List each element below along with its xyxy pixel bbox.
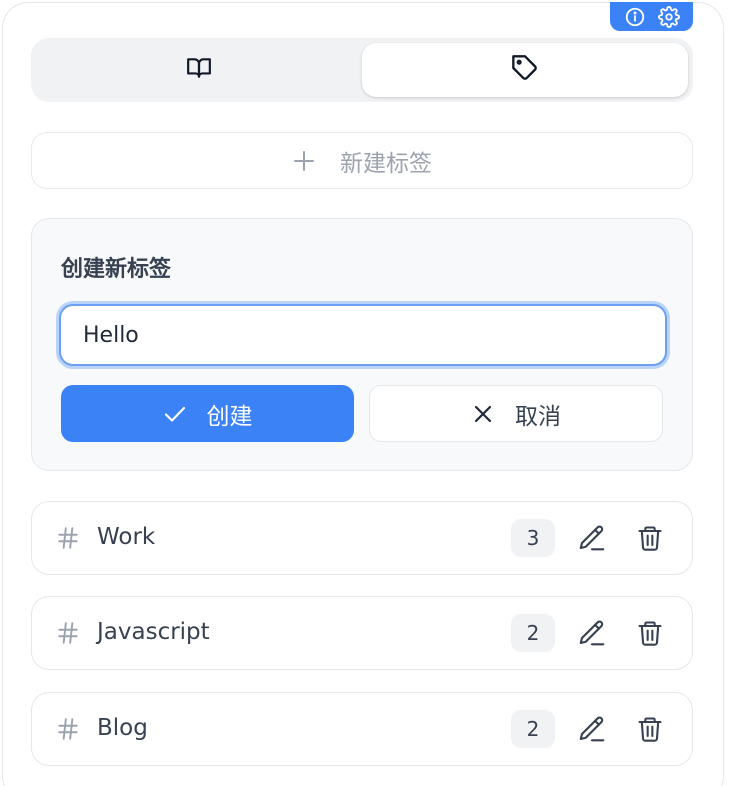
tag-name-input[interactable] xyxy=(83,322,665,348)
tag-name: Blog xyxy=(97,715,148,741)
tab-tags[interactable] xyxy=(362,43,688,97)
tag-name: Work xyxy=(97,524,156,550)
tag-count: 3 xyxy=(511,519,555,557)
tag-name: Javascript xyxy=(97,619,210,645)
corner-badge xyxy=(610,2,693,31)
create-tag-form: 创建新标签 创建 取消 xyxy=(31,218,693,471)
new-tag-button[interactable]: 新建标签 xyxy=(31,132,693,189)
trash-icon[interactable] xyxy=(636,618,664,648)
new-tag-label: 新建标签 xyxy=(340,150,432,177)
tag-name-field[interactable] xyxy=(59,304,667,366)
gear-icon[interactable] xyxy=(657,5,680,28)
trash-icon[interactable] xyxy=(636,714,664,744)
tag-row-javascript[interactable]: Javascript 2 xyxy=(31,596,693,670)
hash-icon xyxy=(55,619,81,647)
check-icon xyxy=(163,402,187,426)
pencil-icon[interactable] xyxy=(577,714,607,744)
tag-row-work[interactable]: Work 3 xyxy=(31,501,693,575)
tab-notes[interactable] xyxy=(36,43,362,97)
tag-count: 2 xyxy=(511,614,555,652)
create-button[interactable]: 创建 xyxy=(61,385,354,442)
plus-icon xyxy=(292,149,316,173)
close-icon xyxy=(471,402,495,426)
info-icon[interactable] xyxy=(624,6,646,28)
hash-icon xyxy=(55,715,81,743)
book-icon xyxy=(185,55,213,85)
pencil-icon[interactable] xyxy=(577,523,607,553)
cancel-button[interactable]: 取消 xyxy=(369,385,663,442)
trash-icon[interactable] xyxy=(636,523,664,553)
cancel-label: 取消 xyxy=(515,403,561,430)
view-tabs xyxy=(31,38,693,102)
create-label: 创建 xyxy=(206,403,253,430)
form-title: 创建新标签 xyxy=(61,257,172,282)
tag-count: 2 xyxy=(511,710,555,748)
pencil-icon[interactable] xyxy=(577,618,607,648)
tag-row-blog[interactable]: Blog 2 xyxy=(31,692,693,766)
tag-icon xyxy=(511,54,539,86)
hash-icon xyxy=(55,524,81,552)
